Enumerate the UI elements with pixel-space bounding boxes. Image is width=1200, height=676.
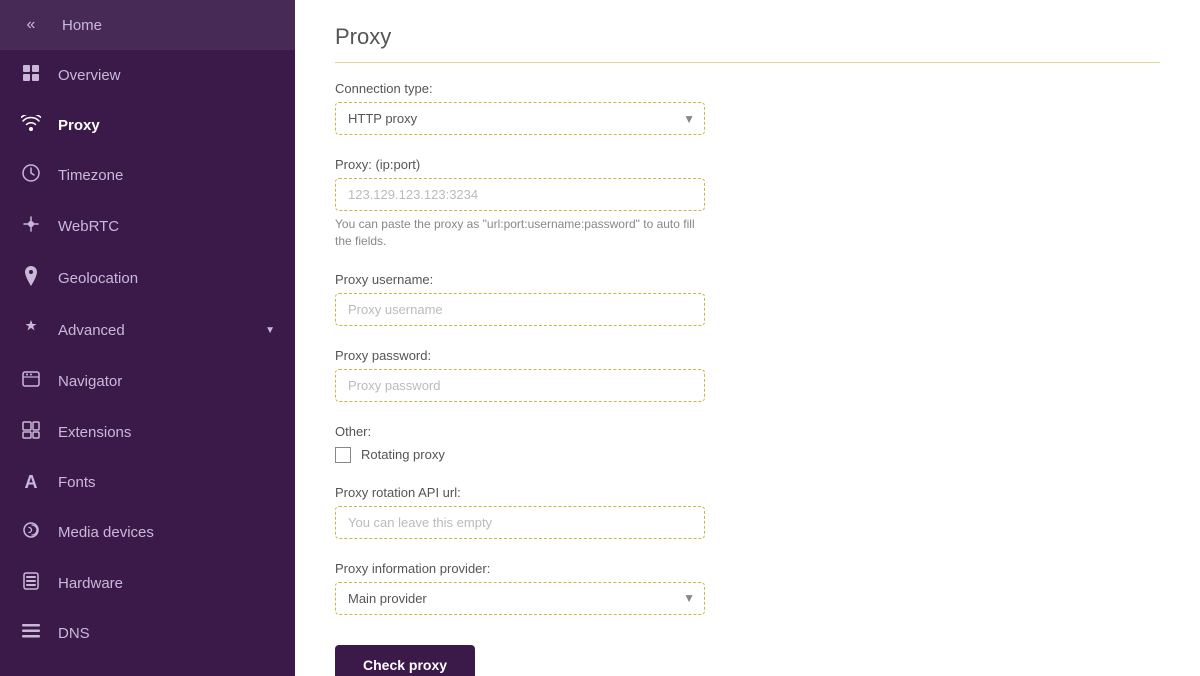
proxy-info-provider-field: Proxy information provider: Main provide…	[335, 561, 1035, 615]
sidebar-item-media-devices[interactable]: Media devices	[0, 507, 295, 558]
proxy-password-label: Proxy password:	[335, 348, 1035, 363]
advanced-arrow-icon: ▼	[265, 325, 275, 336]
fonts-icon: A	[20, 472, 42, 493]
overview-icon	[20, 64, 42, 87]
sidebar-item-webrtc[interactable]: WebRTC	[0, 201, 295, 252]
back-arrow-icon: «	[20, 16, 42, 34]
sidebar-item-proxy[interactable]: Proxy	[0, 101, 295, 150]
sidebar-item-label: DNS	[58, 625, 90, 642]
sidebar-item-fonts[interactable]: A Fonts	[0, 458, 295, 507]
sidebar-item-extensions[interactable]: Extensions	[0, 407, 295, 458]
sidebar-item-label: WebRTC	[58, 218, 119, 235]
proxy-password-input[interactable]	[335, 369, 705, 402]
main-content: Proxy Connection type: HTTP proxy HTTPS …	[295, 0, 1200, 676]
other-label: Other:	[335, 424, 1035, 439]
proxy-password-field: Proxy password:	[335, 348, 1035, 402]
sidebar-item-timezone[interactable]: Timezone	[0, 150, 295, 201]
sidebar-item-overview[interactable]: Overview	[0, 50, 295, 101]
extensions-icon	[20, 421, 42, 444]
proxy-form: Connection type: HTTP proxy HTTPS proxy …	[335, 81, 1035, 676]
rotating-proxy-label: Rotating proxy	[361, 447, 445, 462]
sidebar-item-label: Timezone	[58, 167, 123, 184]
sidebar-item-label: Media devices	[58, 524, 154, 541]
proxy-info-provider-label: Proxy information provider:	[335, 561, 1035, 576]
sidebar-item-label: Geolocation	[58, 270, 138, 287]
sidebar-item-label: Overview	[58, 67, 121, 84]
sidebar-item-dns[interactable]: DNS	[0, 609, 295, 657]
proxy-username-label: Proxy username:	[335, 272, 1035, 287]
rotating-proxy-checkbox[interactable]	[335, 447, 351, 463]
webrtc-icon	[20, 215, 42, 238]
connection-type-label: Connection type:	[335, 81, 1035, 96]
dns-icon	[20, 623, 42, 643]
proxy-hint-text: You can paste the proxy as "url:port:use…	[335, 216, 705, 250]
sidebar-item-label: Navigator	[58, 373, 122, 390]
navigator-icon	[20, 370, 42, 393]
sidebar-item-label: Extensions	[58, 424, 131, 441]
rotating-proxy-row: Rotating proxy	[335, 447, 1035, 463]
timezone-icon	[20, 164, 42, 187]
sidebar-item-navigator[interactable]: Navigator	[0, 356, 295, 407]
page-title: Proxy	[335, 24, 1160, 63]
sidebar-item-label: Advanced	[58, 322, 125, 339]
sidebar: « Home Overview Proxy Timezone WebRTC	[0, 0, 295, 676]
hardware-icon	[20, 572, 42, 595]
connection-type-select-wrapper: HTTP proxy HTTPS proxy SOCKS4 SOCKS5 No …	[335, 102, 705, 135]
connection-type-select[interactable]: HTTP proxy HTTPS proxy SOCKS4 SOCKS5 No …	[335, 102, 705, 135]
advanced-icon	[20, 319, 42, 342]
sidebar-item-label: Proxy	[58, 117, 100, 134]
check-proxy-button[interactable]: Check proxy	[335, 645, 475, 676]
proxy-ip-port-label: Proxy: (ip:port)	[335, 157, 1035, 172]
other-section: Other: Rotating proxy	[335, 424, 1035, 463]
sidebar-item-geolocation[interactable]: Geolocation	[0, 252, 295, 305]
proxy-ip-port-input[interactable]	[335, 178, 705, 211]
proxy-rotation-input[interactable]	[335, 506, 705, 539]
sidebar-item-advanced[interactable]: Advanced ▼	[0, 305, 295, 356]
sidebar-item-label: Home	[62, 17, 102, 34]
geolocation-icon	[20, 266, 42, 291]
proxy-username-field: Proxy username:	[335, 272, 1035, 326]
sidebar-item-hardware[interactable]: Hardware	[0, 558, 295, 609]
proxy-info-provider-select-wrapper: Main provider Secondary provider ▼	[335, 582, 705, 615]
proxy-rotation-label: Proxy rotation API url:	[335, 485, 1035, 500]
proxy-info-provider-select[interactable]: Main provider Secondary provider	[335, 582, 705, 615]
sidebar-item-label: Fonts	[58, 474, 96, 491]
media-devices-icon	[20, 521, 42, 544]
proxy-ip-port-field: Proxy: (ip:port) You can paste the proxy…	[335, 157, 1035, 250]
proxy-rotation-field: Proxy rotation API url:	[335, 485, 1035, 539]
sidebar-item-home[interactable]: « Home	[0, 0, 295, 50]
proxy-username-input[interactable]	[335, 293, 705, 326]
sidebar-item-label: Hardware	[58, 575, 123, 592]
connection-type-field: Connection type: HTTP proxy HTTPS proxy …	[335, 81, 1035, 135]
proxy-wifi-icon	[20, 115, 42, 136]
